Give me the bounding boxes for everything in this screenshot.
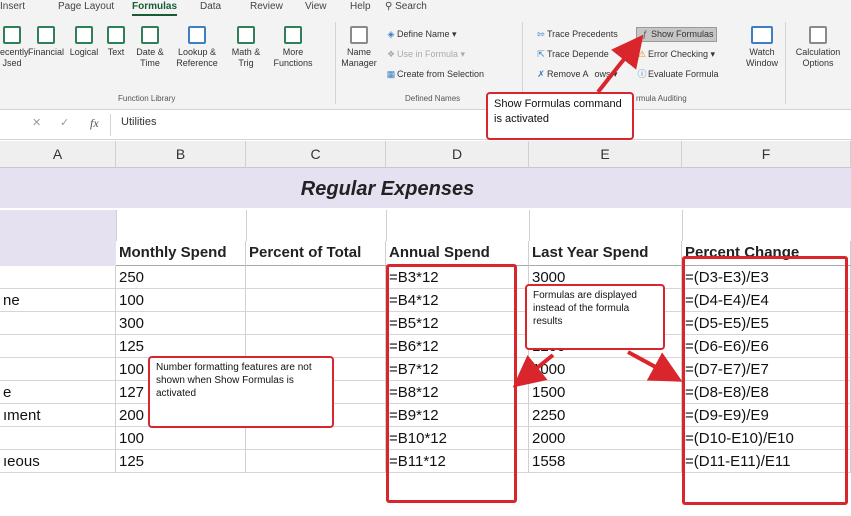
arrow-to-show-formulas — [596, 34, 644, 94]
arrow-to-annual-spend — [512, 353, 555, 388]
arrow-to-percent-change — [627, 350, 683, 382]
callout-formulas-displayed: Formulas are displayed instead of the fo… — [525, 284, 665, 350]
callout-number-formatting: Number formatting features are not shown… — [148, 356, 334, 428]
callout-show-formulas: Show Formulas command is activated — [486, 92, 634, 140]
callout-arrows — [512, 34, 683, 388]
